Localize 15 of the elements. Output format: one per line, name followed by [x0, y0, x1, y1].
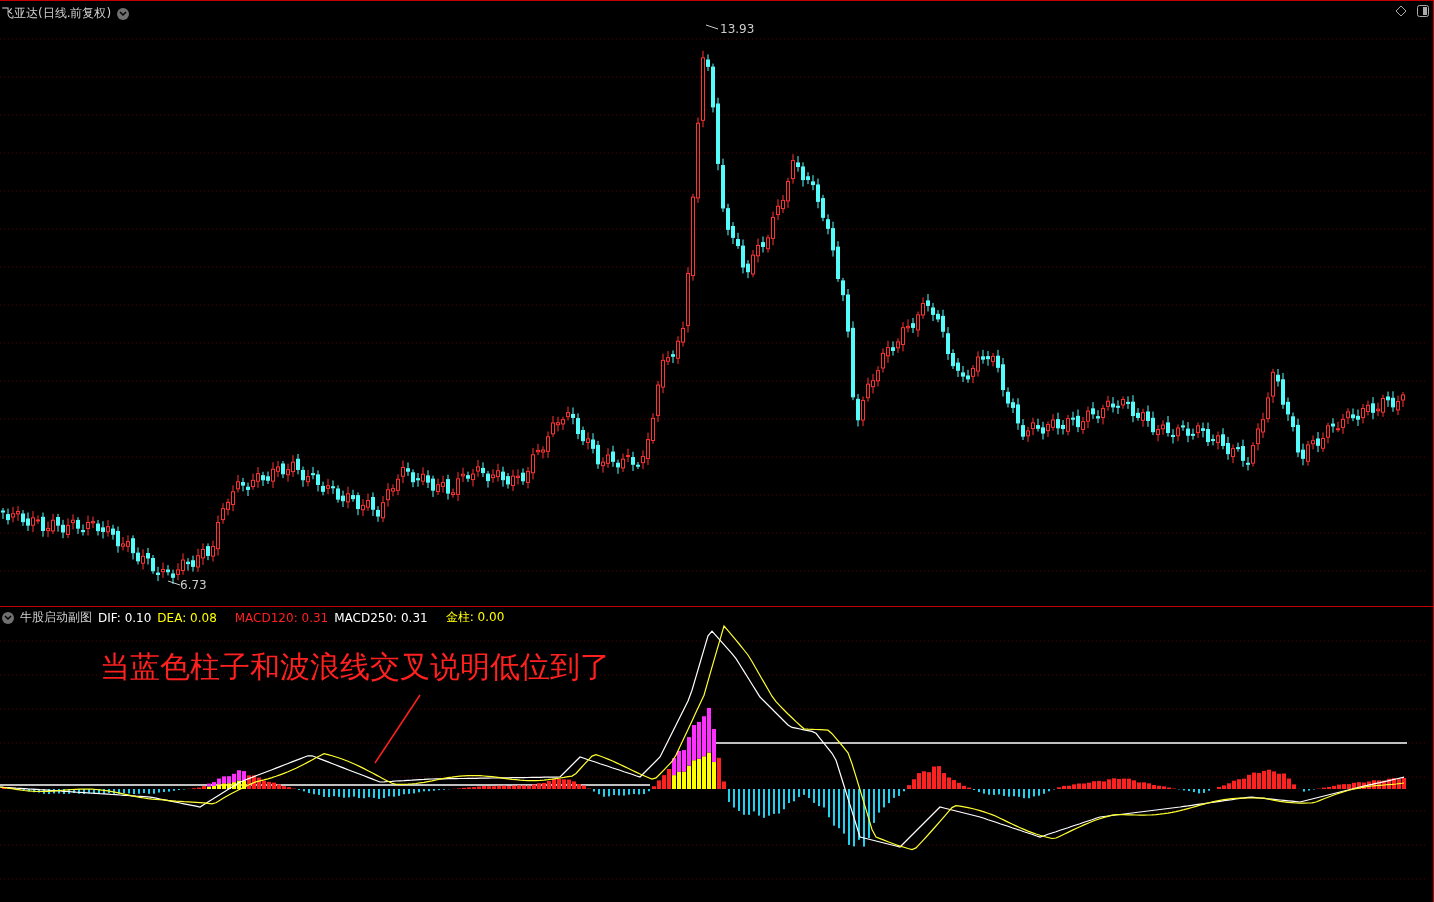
indicator-title: 牛股启动副图 [20, 609, 92, 626]
low-price-label: 6.73 [180, 578, 207, 592]
indicator-value: MACD120: 0.31 [234, 610, 329, 625]
high-price-label: 13.93 [720, 22, 755, 36]
dropdown-icon[interactable] [2, 611, 14, 624]
chart-title: 飞亚达(日线.前复权) [2, 5, 112, 22]
window-icon[interactable] [1417, 5, 1429, 17]
indicator-value: DIF: 0.10 [98, 610, 152, 625]
indicator-value: MACD250: 0.31 [334, 610, 428, 625]
dropdown-icon[interactable] [117, 7, 130, 20]
indicator-value: DEA: 0.08 [157, 610, 217, 625]
leader-line [374, 694, 421, 764]
annotation-text: 当蓝色柱子和波浪线交叉说明低位到了 [100, 648, 610, 686]
diamond-icon[interactable] [1395, 5, 1407, 17]
indicator-value: 金柱: 0.00 [445, 609, 505, 626]
